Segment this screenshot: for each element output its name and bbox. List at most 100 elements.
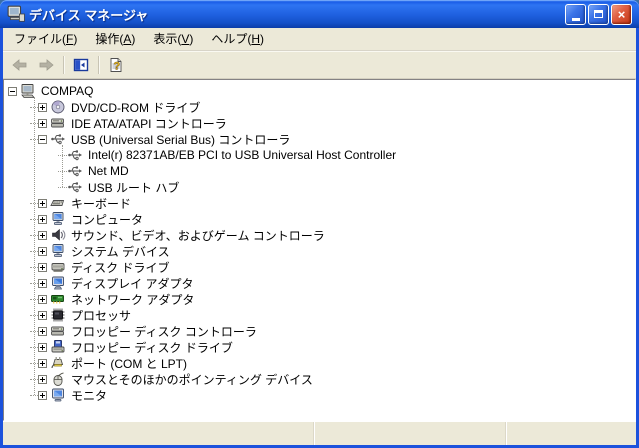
tree-row: フロッピー ディスク ドライブ	[4, 339, 635, 355]
expand-toggle[interactable]	[38, 359, 47, 368]
disk-drive-icon	[50, 259, 66, 275]
expand-toggle[interactable]	[38, 215, 47, 224]
menu-item-f[interactable]: ファイル(F)	[5, 28, 86, 50]
expand-toggle[interactable]	[38, 263, 47, 272]
tree-row: コンピュータ	[4, 211, 635, 227]
status-bar	[3, 421, 636, 445]
tree-node-label[interactable]: ディスプレイ アダプタ	[69, 275, 196, 292]
tree-node-label[interactable]: フロッピー ディスク ドライブ	[69, 339, 235, 356]
tree-row: ディスク ドライブ	[4, 259, 635, 275]
tree-row: USB ルート ハブ	[4, 179, 635, 195]
tree-node-label[interactable]: プロセッサ	[69, 307, 133, 324]
usb-icon	[67, 147, 83, 163]
tree-node-label[interactable]: システム デバイス	[69, 243, 172, 260]
tree-node-label[interactable]: ポート (COM と LPT)	[69, 355, 189, 372]
tree-row: マウスとそのほかのポインティング デバイス	[4, 371, 635, 387]
menu-item-a[interactable]: 操作(A)	[86, 28, 144, 50]
tree-node-label[interactable]: キーボード	[69, 195, 133, 212]
network-adapter-icon	[50, 291, 66, 307]
tree-node-label[interactable]: マウスとそのほかのポインティング デバイス	[69, 371, 315, 388]
device-tree: COMPAQDVD/CD-ROM ドライブIDE ATA/ATAPI コントロー…	[4, 83, 635, 403]
expand-toggle[interactable]	[38, 119, 47, 128]
tree-row: キーボード	[4, 195, 635, 211]
collapse-toggle[interactable]	[8, 87, 17, 96]
tree-node-label[interactable]: ネットワーク アダプタ	[69, 291, 196, 308]
tree-node-label[interactable]: コンピュータ	[69, 211, 145, 228]
tree-node-label[interactable]: USB (Universal Serial Bus) コントローラ	[69, 131, 292, 148]
minimize-icon	[572, 18, 580, 21]
tree-node-label[interactable]: COMPAQ	[39, 84, 95, 98]
monitor-icon	[50, 387, 66, 403]
mouse-icon	[50, 371, 66, 387]
tree-node-label[interactable]: USB ルート ハブ	[86, 179, 181, 196]
menu-item-text: 操作(	[95, 32, 123, 46]
tree-node-label[interactable]: サウンド、ビデオ、およびゲーム コントローラ	[69, 227, 327, 244]
menu-bar: ファイル(F)操作(A)表示(V)ヘルプ(H)	[3, 28, 636, 51]
expand-toggle[interactable]	[38, 375, 47, 384]
tree-row: DVD/CD-ROM ドライブ	[4, 99, 635, 115]
controller-icon	[50, 323, 66, 339]
tree-row: IDE ATA/ATAPI コントローラ	[4, 115, 635, 131]
collapse-toggle[interactable]	[38, 135, 47, 144]
menu-item-text: H	[251, 32, 260, 46]
controller-icon	[50, 115, 66, 131]
tree-row: ポート (COM と LPT)	[4, 355, 635, 371]
console-tree-icon	[73, 57, 89, 73]
tree-node-label[interactable]: モニタ	[69, 387, 109, 404]
tree-node-label[interactable]: DVD/CD-ROM ドライブ	[69, 99, 202, 116]
toolbar-separator	[98, 56, 99, 74]
menu-item-text: ファイル(	[14, 32, 66, 46]
minimize-button[interactable]	[565, 4, 586, 25]
expand-toggle[interactable]	[38, 311, 47, 320]
tree-row: USB (Universal Serial Bus) コントローラ	[4, 131, 635, 147]
expand-toggle[interactable]	[38, 295, 47, 304]
close-button[interactable]: ×	[611, 4, 632, 25]
tree-node-label[interactable]: Net MD	[86, 164, 131, 178]
expand-toggle[interactable]	[38, 327, 47, 336]
toolbar-separator	[63, 56, 64, 74]
tree-node-label[interactable]: フロッピー ディスク コントローラ	[69, 323, 259, 340]
titlebar[interactable]: デバイス マネージャ ×	[0, 0, 639, 28]
expand-toggle[interactable]	[38, 103, 47, 112]
expand-toggle[interactable]	[38, 231, 47, 240]
system-device-icon	[50, 211, 66, 227]
toolbar: ?	[3, 51, 636, 79]
system-device-icon	[50, 243, 66, 259]
expand-toggle[interactable]	[38, 391, 47, 400]
back-button	[7, 53, 33, 77]
maximize-button[interactable]	[588, 4, 609, 25]
tree-row: Net MD	[4, 163, 635, 179]
tree-row: フロッピー ディスク コントローラ	[4, 323, 635, 339]
keyboard-icon	[50, 195, 66, 211]
menu-item-h[interactable]: ヘルプ(H)	[202, 28, 273, 50]
expand-toggle[interactable]	[38, 199, 47, 208]
tree-node-label[interactable]: ディスク ドライブ	[69, 259, 172, 276]
tree-row: ディスプレイ アダプタ	[4, 275, 635, 291]
menu-item-text: )	[260, 32, 264, 46]
tree-row: システム デバイス	[4, 243, 635, 259]
menu-item-v[interactable]: 表示(V)	[144, 28, 202, 50]
tree-guide-line	[62, 145, 63, 187]
usb-icon	[67, 179, 83, 195]
usb-icon	[50, 131, 66, 147]
caption-buttons: ×	[565, 4, 632, 25]
device-manager-window: デバイス マネージャ × ファイル(F)操作(A)表示(V)ヘルプ(H) ? C…	[0, 0, 639, 448]
floppy-drive-icon	[50, 339, 66, 355]
cdrom-icon	[50, 99, 66, 115]
processor-icon	[50, 307, 66, 323]
arrow-left-icon	[11, 57, 29, 73]
arrow-right-icon	[37, 57, 55, 73]
expand-toggle[interactable]	[38, 279, 47, 288]
expand-toggle[interactable]	[38, 343, 47, 352]
expand-toggle[interactable]	[38, 247, 47, 256]
tree-node-label[interactable]: IDE ATA/ATAPI コントローラ	[69, 115, 229, 132]
help-button[interactable]: ?	[103, 53, 129, 77]
device-manager-icon	[7, 5, 25, 23]
tree-row: プロセッサ	[4, 307, 635, 323]
menu-item-text: ヘルプ(	[211, 32, 251, 46]
tree-row: COMPAQ	[4, 83, 635, 99]
menu-item-text: )	[131, 32, 135, 46]
show-console-tree-button[interactable]	[68, 53, 94, 77]
tree-node-label[interactable]: Intel(r) 82371AB/EB PCI to USB Universal…	[86, 148, 398, 162]
menu-item-text: )	[73, 32, 77, 46]
